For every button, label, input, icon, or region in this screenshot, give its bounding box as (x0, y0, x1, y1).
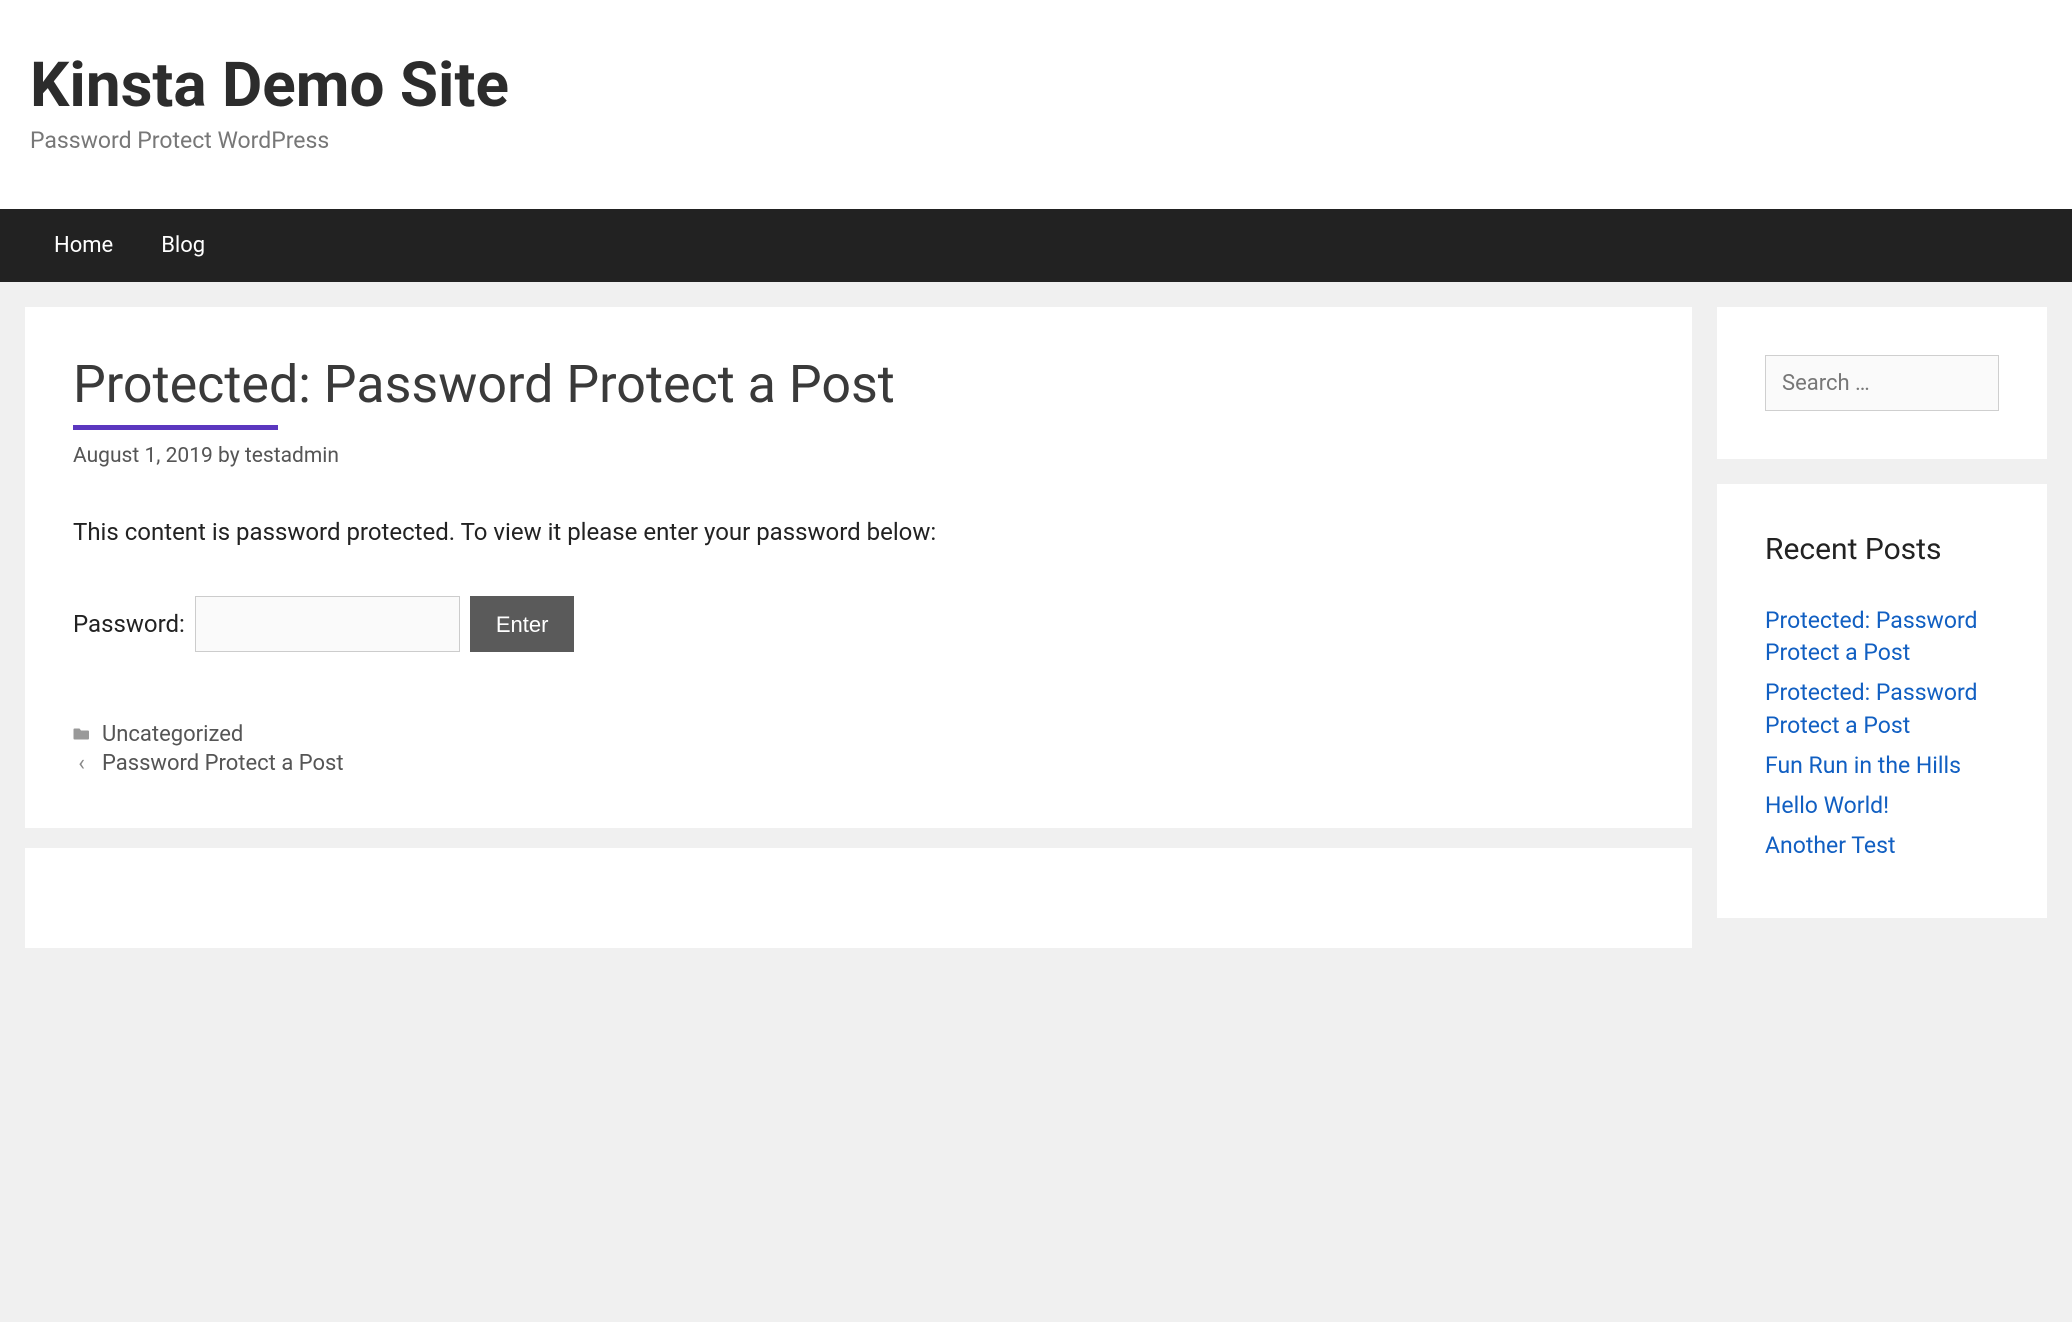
entry-date: August 1, 2019 (73, 444, 213, 468)
recent-post-link[interactable]: Protected: Password Protect a Post (1765, 679, 1978, 738)
category-row: Uncategorized (73, 722, 1644, 747)
recent-posts-widget: Recent Posts Protected: Password Protect… (1717, 484, 2047, 918)
recent-post-link[interactable]: Another Test (1765, 832, 1895, 859)
main-navigation: Home Blog (0, 209, 2072, 282)
title-underline (73, 425, 278, 430)
search-widget (1717, 307, 2047, 459)
recent-post-link[interactable]: Protected: Password Protect a Post (1765, 607, 1978, 666)
nav-item-home[interactable]: Home (30, 209, 137, 282)
entry-footer: Uncategorized ‹ Password Protect a Post (73, 722, 1644, 776)
site-header: Kinsta Demo Site Password Protect WordPr… (0, 0, 2072, 209)
nav-item-blog[interactable]: Blog (137, 209, 229, 282)
list-item: Another Test (1765, 830, 1999, 862)
article: Protected: Password Protect a Post Augus… (25, 307, 1692, 828)
folder-icon (73, 727, 90, 741)
list-item: Fun Run in the Hills (1765, 750, 1999, 782)
protected-message: This content is password protected. To v… (73, 518, 1644, 546)
password-form: Password: Enter (73, 596, 1644, 652)
site-tagline: Password Protect WordPress (30, 127, 2042, 154)
sidebar: Recent Posts Protected: Password Protect… (1717, 307, 2047, 943)
recent-posts-list: Protected: Password Protect a Post Prote… (1765, 605, 1999, 862)
entry-meta: August 1, 2019 by testadmin (73, 444, 1644, 468)
bottom-box (25, 848, 1692, 948)
site-title[interactable]: Kinsta Demo Site (30, 55, 2042, 117)
page-title: Protected: Password Protect a Post (73, 355, 1644, 415)
recent-posts-title: Recent Posts (1765, 532, 1999, 567)
prev-post-link[interactable]: Password Protect a Post (102, 751, 344, 776)
chevron-left-icon: ‹ (73, 751, 90, 776)
by-label: by (218, 444, 240, 468)
content-wrap: Protected: Password Protect a Post Augus… (0, 282, 2072, 993)
password-input[interactable] (195, 596, 460, 652)
list-item: Protected: Password Protect a Post (1765, 677, 1999, 741)
password-label: Password: (73, 610, 185, 638)
list-item: Protected: Password Protect a Post (1765, 605, 1999, 669)
search-input[interactable] (1765, 355, 1999, 411)
recent-post-link[interactable]: Fun Run in the Hills (1765, 752, 1961, 779)
recent-post-link[interactable]: Hello World! (1765, 792, 1889, 819)
category-link[interactable]: Uncategorized (102, 722, 243, 747)
list-item: Hello World! (1765, 790, 1999, 822)
enter-button[interactable]: Enter (470, 596, 575, 652)
main-column: Protected: Password Protect a Post Augus… (25, 307, 1692, 968)
entry-author[interactable]: testadmin (245, 444, 339, 468)
prev-post-row: ‹ Password Protect a Post (73, 751, 1644, 776)
